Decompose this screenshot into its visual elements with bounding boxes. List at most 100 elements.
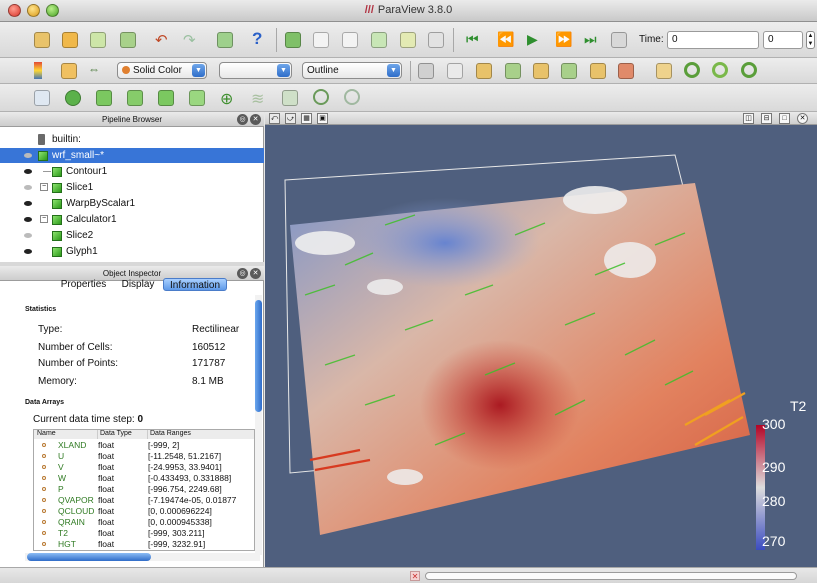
extract-level-icon[interactable]	[344, 89, 360, 105]
table-row[interactable]: QVAPOR float [-7.19474e-05, 0.01877	[34, 495, 254, 505]
clip-filter-icon[interactable]	[96, 90, 112, 106]
collapse-icon[interactable]: −	[40, 215, 48, 223]
column-header-range[interactable]: Data Ranges	[148, 430, 254, 439]
pipeline-item-calculator1[interactable]: − Calculator1	[0, 212, 264, 227]
first-frame-icon[interactable]: ⏮	[466, 31, 479, 48]
interact-icon[interactable]	[285, 32, 301, 48]
eye-icon[interactable]	[24, 249, 32, 254]
inspector-vertical-scrollbar[interactable]	[255, 295, 262, 555]
column-header-name[interactable]: Name	[34, 430, 98, 439]
save-state-icon[interactable]	[120, 32, 136, 48]
view-minus-y-icon[interactable]	[561, 63, 577, 79]
eye-icon[interactable]	[24, 217, 32, 222]
warp-vector-icon[interactable]	[282, 90, 298, 106]
table-row[interactable]: Vfloat [-24.9953, 33.9401]	[34, 462, 254, 472]
tab-display[interactable]: Display	[114, 278, 162, 291]
play-icon[interactable]: ▶	[527, 31, 538, 48]
float-panel-icon[interactable]: ◎	[237, 114, 248, 125]
pipeline-item-builtin[interactable]: builtin:	[0, 132, 264, 147]
select-points-icon[interactable]	[342, 32, 358, 48]
table-row[interactable]: XLAND float [-999, 2]	[34, 440, 254, 450]
render-view-icon[interactable]: ▦	[301, 113, 312, 124]
view-plus-z-icon[interactable]	[590, 63, 606, 79]
select-frustum-icon[interactable]	[371, 32, 387, 48]
component-select[interactable]: ▼	[219, 62, 292, 79]
eye-icon[interactable]	[24, 153, 32, 158]
contour-filter-icon[interactable]	[65, 90, 81, 106]
center-axes-icon[interactable]	[656, 63, 672, 79]
redo-icon[interactable]: ↷	[183, 31, 196, 49]
pipeline-item-warpbyscalar1[interactable]: WarpByScalar1	[0, 196, 264, 211]
select-cells-icon[interactable]	[313, 32, 329, 48]
select-block-icon[interactable]	[400, 32, 416, 48]
pipeline-item-wrf-small[interactable]: wrf_small~*	[0, 148, 264, 163]
split-vertical-icon[interactable]: ⊟	[761, 113, 772, 124]
table-row[interactable]: T2 float [-999, 303.211]	[34, 528, 254, 538]
color-legend-icon[interactable]	[34, 62, 42, 79]
edit-color-map-icon[interactable]	[61, 63, 77, 79]
zoom-to-data-icon[interactable]	[447, 63, 463, 79]
tab-information[interactable]: Information	[163, 278, 227, 291]
camera-redo-icon[interactable]: ⤻	[285, 113, 296, 124]
group-datasets-icon[interactable]	[313, 89, 329, 105]
scrollbar-thumb[interactable]	[255, 300, 262, 412]
pipeline-item-glyph1[interactable]: Glyph1	[0, 244, 264, 259]
rescale-range-icon[interactable]: ⇔	[88, 62, 100, 76]
representation-select[interactable]: Outline ▼	[302, 62, 402, 79]
capture-icon[interactable]: ▣	[317, 113, 328, 124]
maximize-view-icon[interactable]: □	[779, 113, 790, 124]
table-row[interactable]: Wfloat [-0.433493, 0.331888]	[34, 473, 254, 483]
close-icon[interactable]: ✕	[250, 268, 261, 279]
last-frame-icon[interactable]: ⏭	[584, 31, 597, 48]
extract-subset-icon[interactable]	[189, 90, 205, 106]
view-plus-x-icon[interactable]	[476, 63, 492, 79]
loop-icon[interactable]	[611, 32, 627, 48]
view-minus-z-icon[interactable]	[618, 63, 634, 79]
pipeline-item-slice2[interactable]: Slice2	[0, 228, 264, 243]
open-icon[interactable]	[34, 32, 50, 48]
eye-icon[interactable]	[24, 233, 32, 238]
timestep-stepper-icon[interactable]: ▲ ▼	[806, 31, 815, 49]
split-horizontal-icon[interactable]: ◫	[743, 113, 754, 124]
table-row[interactable]: QRAIN float [0, 0.000945338]	[34, 517, 254, 527]
undo-icon[interactable]: ↶	[155, 31, 168, 49]
load-state-icon[interactable]	[90, 32, 106, 48]
table-row[interactable]: QCLOUD float [0, 0.000696224]	[34, 506, 254, 516]
pipeline-item-contour1[interactable]: Contour1	[0, 164, 264, 179]
table-row[interactable]: Ufloat [-11.2548, 51.2167]	[34, 451, 254, 461]
pick-center-icon[interactable]	[712, 62, 728, 78]
orbit-icon[interactable]	[741, 62, 757, 78]
open-folder-icon[interactable]	[62, 32, 78, 48]
select-mode-icon[interactable]	[428, 32, 444, 48]
render-view[interactable]: T2 300 290 280 270	[265, 125, 817, 568]
eye-icon[interactable]	[24, 169, 32, 174]
color-by-select[interactable]: Solid Color ▼	[117, 62, 207, 79]
close-view-icon[interactable]: ✕	[797, 113, 808, 124]
calculator-filter-icon[interactable]	[34, 90, 50, 106]
pipeline-item-slice1[interactable]: − Slice1	[0, 180, 264, 195]
time-input[interactable]: 0	[667, 31, 759, 49]
float-panel-icon[interactable]: ◎	[237, 268, 248, 279]
view-minus-x-icon[interactable]	[505, 63, 521, 79]
slice-filter-icon[interactable]	[127, 90, 143, 106]
eye-icon[interactable]	[24, 185, 32, 190]
connect-icon[interactable]	[217, 32, 233, 48]
column-header-type[interactable]: Data Type	[98, 430, 148, 439]
timestep-spinbox[interactable]: 0	[763, 31, 803, 49]
next-frame-icon[interactable]: ⏩	[555, 31, 572, 48]
scrollbar-thumb[interactable]	[27, 553, 151, 561]
abort-icon[interactable]: ✕	[410, 571, 420, 581]
table-row[interactable]: HGT float [-999, 3232.91]	[34, 539, 254, 549]
collapse-icon[interactable]: −	[40, 183, 48, 191]
help-icon[interactable]: ?	[252, 29, 262, 49]
close-icon[interactable]: ✕	[250, 114, 261, 125]
tab-properties[interactable]: Properties	[55, 278, 112, 291]
eye-icon[interactable]	[24, 201, 32, 206]
stream-tracer-icon[interactable]: ≋	[251, 89, 264, 109]
camera-undo-icon[interactable]: ⤺	[269, 113, 280, 124]
rotate-camera-icon[interactable]	[684, 62, 700, 78]
inspector-horizontal-scrollbar[interactable]	[25, 553, 260, 561]
previous-frame-icon[interactable]: ⏪	[497, 31, 514, 48]
reset-camera-icon[interactable]	[418, 63, 434, 79]
view-plus-y-icon[interactable]	[533, 63, 549, 79]
